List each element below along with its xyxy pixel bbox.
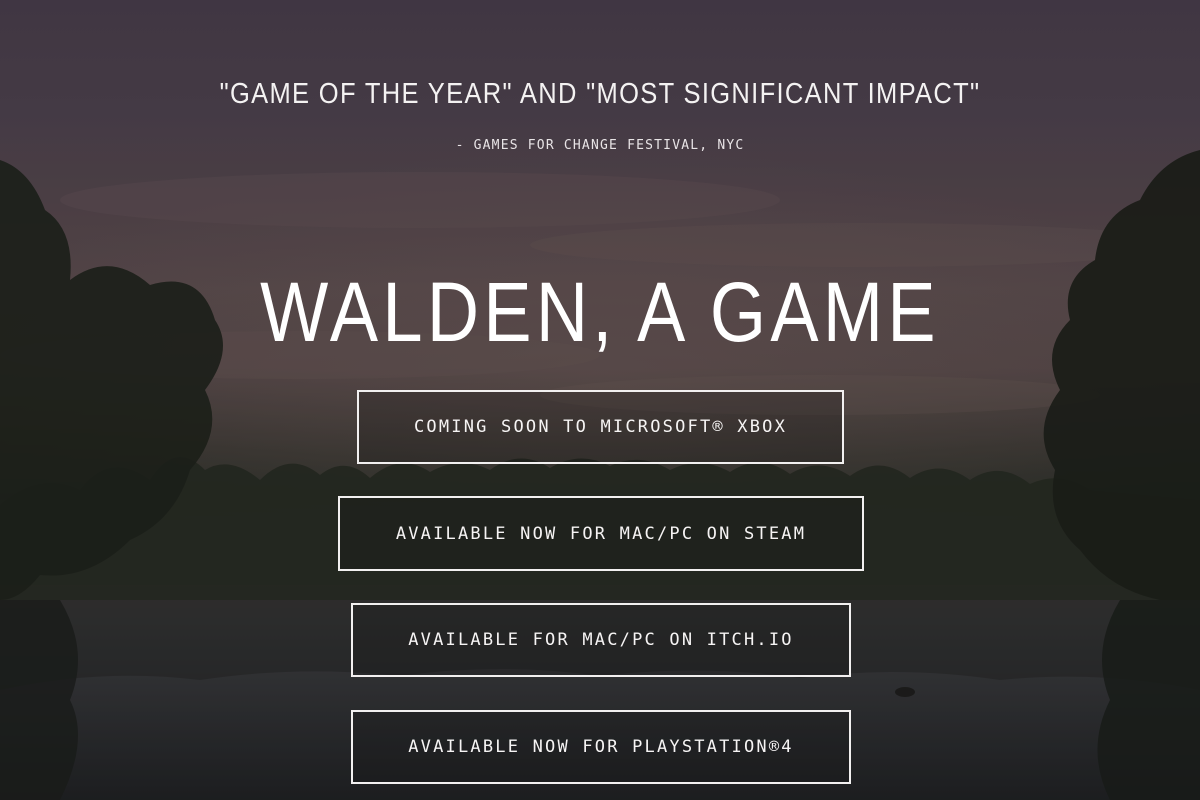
award-source: - GAMES FOR CHANGE FESTIVAL, NYC	[455, 138, 745, 153]
page-title: WALDEN, A GAME	[260, 265, 940, 359]
playstation4-available-button[interactable]: AVAILABLE NOW FOR PLAYSTATION®4	[351, 710, 851, 784]
itchio-available-button[interactable]: AVAILABLE FOR MAC/PC ON ITCH.IO	[351, 603, 851, 677]
hero-section: "GAME OF THE YEAR" AND "MOST SIGNIFICANT…	[0, 0, 1200, 800]
award-quote: "GAME OF THE YEAR" AND "MOST SIGNIFICANT…	[219, 78, 981, 110]
xbox-coming-soon-button[interactable]: COMING SOON TO MICROSOFT® XBOX	[357, 390, 844, 464]
hero-content: "GAME OF THE YEAR" AND "MOST SIGNIFICANT…	[0, 0, 1200, 800]
steam-available-button[interactable]: AVAILABLE NOW FOR MAC/PC ON STEAM	[338, 496, 864, 571]
